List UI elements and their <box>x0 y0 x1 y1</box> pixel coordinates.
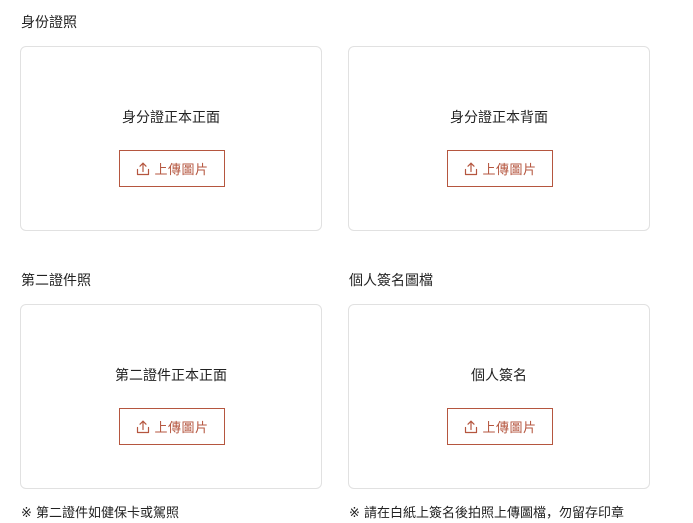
upload-button-label: 上傳圖片 <box>482 162 537 177</box>
signature-note: ※ 請在白紙上簽名後拍照上傳圖檔，勿留存印章 <box>349 506 625 521</box>
second-id-note: ※ 第二證件如健保卡或駕照 <box>21 506 180 521</box>
id-back-card: 身分證正本背面 上傳圖片 <box>348 46 650 231</box>
upload-button-label: 上傳圖片 <box>154 420 209 435</box>
upload-icon <box>465 420 478 433</box>
upload-button-label: 上傳圖片 <box>482 420 537 435</box>
section-title-signature: 個人簽名圖檔 <box>349 273 433 289</box>
id-back-upload-button[interactable]: 上傳圖片 <box>447 150 553 187</box>
id-front-label: 身分證正本正面 <box>122 110 220 126</box>
upload-icon <box>465 162 478 175</box>
section-title-id-card: 身份證照 <box>21 15 77 31</box>
signature-upload-button[interactable]: 上傳圖片 <box>447 408 553 445</box>
signature-card: 個人簽名 上傳圖片 <box>348 304 650 489</box>
second-id-front-upload-button[interactable]: 上傳圖片 <box>119 408 225 445</box>
signature-label: 個人簽名 <box>471 368 527 384</box>
upload-button-label: 上傳圖片 <box>154 162 209 177</box>
second-id-front-label: 第二證件正本正面 <box>115 368 227 384</box>
upload-icon <box>137 420 150 433</box>
id-front-card: 身分證正本正面 上傳圖片 <box>20 46 322 231</box>
section-title-second-id: 第二證件照 <box>21 273 91 289</box>
second-id-front-card: 第二證件正本正面 上傳圖片 <box>20 304 322 489</box>
id-front-upload-button[interactable]: 上傳圖片 <box>119 150 225 187</box>
id-back-label: 身分證正本背面 <box>450 110 548 126</box>
upload-icon <box>137 162 150 175</box>
